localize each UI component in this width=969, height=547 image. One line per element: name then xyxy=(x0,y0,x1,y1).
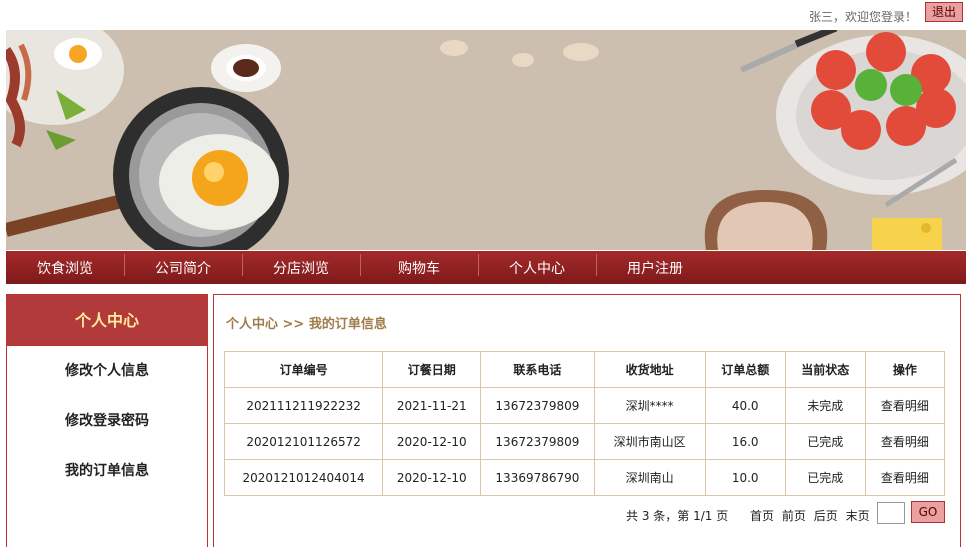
delivery-address: 深圳**** xyxy=(593,387,706,424)
order-total: 40.0 xyxy=(704,387,786,424)
order-number: 2020121012404014 xyxy=(223,459,384,496)
contact-phone: 13672379809 xyxy=(480,423,595,460)
view-details-link[interactable]: 查看明细 xyxy=(864,459,946,496)
sidebar-item-my-orders[interactable]: 我的订单信息 xyxy=(7,446,207,496)
prev-page-link[interactable]: 前页 xyxy=(782,507,806,524)
column-header: 订单编号 xyxy=(223,351,384,388)
order-status: 已完成 xyxy=(784,423,866,460)
next-page-link[interactable]: 后页 xyxy=(814,507,838,524)
main-content: 个人中心 >> 我的订单信息 订单编号 订餐日期 联系电话 收货地址 订单总额 … xyxy=(213,294,961,547)
table-row: 202012101126572 2020-12-10 13672379809 深… xyxy=(223,423,946,460)
nav-item-company-intro[interactable]: 公司简介 xyxy=(124,253,242,278)
first-page-link[interactable]: 首页 xyxy=(750,507,774,524)
nav-item-food-browse[interactable]: 饮食浏览 xyxy=(6,258,124,278)
column-header: 当前状态 xyxy=(784,351,866,388)
sidebar: 个人中心 修改个人信息 修改登录密码 我的订单信息 xyxy=(6,294,208,547)
pagination-summary: 共 3 条，第 1/1 页 xyxy=(626,509,729,523)
logout-button[interactable]: 退出 xyxy=(925,2,963,22)
column-header: 订单总额 xyxy=(704,351,786,388)
nav-item-register[interactable]: 用户注册 xyxy=(596,253,714,278)
table-row: 202111211922232 2021-11-21 13672379809 深… xyxy=(223,387,946,424)
sidebar-item-change-password[interactable]: 修改登录密码 xyxy=(7,396,207,446)
order-total: 16.0 xyxy=(704,423,786,460)
last-page-link[interactable]: 末页 xyxy=(846,507,870,524)
order-status: 已完成 xyxy=(784,459,866,496)
delivery-address: 深圳南山 xyxy=(593,459,706,496)
delivery-address: 深圳市南山区 xyxy=(593,423,706,460)
banner-breakfast-icon xyxy=(6,30,966,250)
pagination: 共 3 条，第 1/1 页 首页 前页 后页 末页 xyxy=(626,507,870,524)
table-row: 2020121012404014 2020-12-10 13369786790 … xyxy=(223,459,946,496)
column-header: 订餐日期 xyxy=(382,351,482,388)
order-number: 202111211922232 xyxy=(223,387,384,424)
view-details-link[interactable]: 查看明细 xyxy=(864,387,946,424)
go-button[interactable]: GO xyxy=(911,501,945,523)
sidebar-title: 个人中心 xyxy=(7,295,207,346)
breadcrumb: 个人中心 >> 我的订单信息 xyxy=(226,317,387,332)
column-header: 操作 xyxy=(864,351,946,388)
welcome-text: 张三，欢迎您登录！ xyxy=(808,10,917,24)
nav-item-personal-center[interactable]: 个人中心 xyxy=(478,253,596,278)
order-date: 2020-12-10 xyxy=(382,423,482,460)
nav-item-branch-browse[interactable]: 分店浏览 xyxy=(242,253,360,278)
column-header: 联系电话 xyxy=(480,351,595,388)
column-header: 收货地址 xyxy=(593,351,706,388)
page-number-input[interactable] xyxy=(877,502,905,524)
top-bar: 张三，欢迎您登录！ 退出 xyxy=(0,0,969,30)
nav-item-cart[interactable]: 购物车 xyxy=(360,253,478,278)
contact-phone: 13672379809 xyxy=(480,387,595,424)
order-total: 10.0 xyxy=(704,459,786,496)
view-details-link[interactable]: 查看明细 xyxy=(864,423,946,460)
sidebar-item-edit-profile[interactable]: 修改个人信息 xyxy=(7,346,207,396)
main-nav: 饮食浏览 公司简介 分店浏览 购物车 个人中心 用户注册 xyxy=(6,251,966,284)
order-number: 202012101126572 xyxy=(223,423,384,460)
contact-phone: 13369786790 xyxy=(480,459,595,496)
orders-table: 订单编号 订餐日期 联系电话 收货地址 订单总额 当前状态 操作 2021112… xyxy=(223,351,946,496)
order-date: 2020-12-10 xyxy=(382,459,482,496)
order-status: 未完成 xyxy=(784,387,866,424)
order-date: 2021-11-21 xyxy=(382,387,482,424)
table-header-row: 订单编号 订餐日期 联系电话 收货地址 订单总额 当前状态 操作 xyxy=(223,351,946,388)
